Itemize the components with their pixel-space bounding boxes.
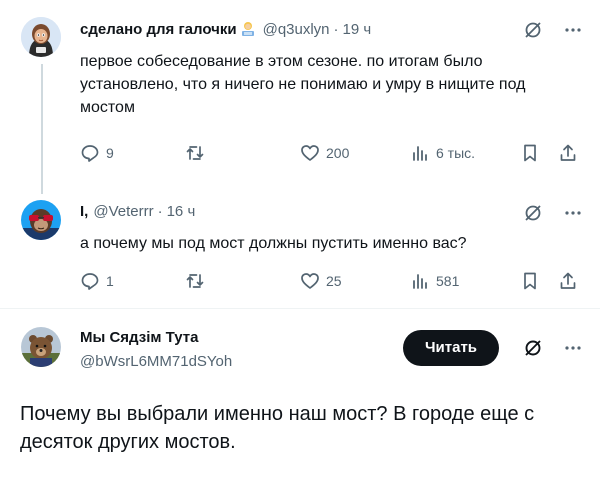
like-count: 200: [326, 145, 350, 161]
tweet-header: I, @Veterrr · 16 ч: [80, 203, 195, 220]
retweet-button[interactable]: [185, 271, 205, 291]
share-button[interactable]: [558, 271, 578, 291]
retweet-button[interactable]: [185, 143, 205, 163]
reply-icon: [81, 145, 99, 162]
bookmark-icon: [524, 272, 536, 290]
more-icon[interactable]: [563, 338, 583, 358]
tweet-top-actions: [523, 338, 583, 358]
like-button[interactable]: 25: [300, 271, 342, 291]
display-name[interactable]: I,: [80, 203, 88, 220]
timestamp[interactable]: 19 ч: [343, 21, 372, 38]
divider: [0, 308, 600, 309]
more-icon[interactable]: [563, 20, 583, 40]
tweet-text: первое собеседование в этом сезоне. по и…: [80, 53, 526, 116]
retweet-icon: [186, 146, 204, 160]
like-count: 25: [326, 273, 342, 289]
display-name[interactable]: Мы Сядзім Тута: [80, 329, 198, 346]
avatar[interactable]: [21, 200, 61, 240]
avatar[interactable]: [21, 17, 61, 57]
heart-icon: [301, 145, 319, 161]
heart-icon: [301, 273, 319, 289]
like-button[interactable]: 200: [300, 143, 349, 163]
reply-count: 1: [106, 273, 114, 289]
action-bar: 9 200 6 тыс.: [80, 143, 580, 167]
separator: ·: [333, 20, 339, 38]
reply-icon: [81, 273, 99, 290]
grok-icon[interactable]: [523, 20, 543, 40]
bookmark-icon: [524, 144, 536, 162]
tweet-2[interactable]: I, @Veterrr · 16 ч а почему мы под мост …: [0, 190, 600, 305]
tweet-top-actions: [523, 20, 583, 40]
more-icon[interactable]: [563, 203, 583, 223]
tweet-1[interactable]: сделано для галочки @q3uxlyn · 19 ч перв…: [0, 0, 600, 190]
tweet-top-actions: [523, 203, 583, 223]
action-bar: 1 25 581: [80, 271, 580, 295]
main-tweet[interactable]: Мы Сядзім Тута @bWsrL6MM71dSYoh Читать П…: [0, 310, 600, 480]
avatar-image: [21, 200, 61, 240]
avatar-image: [21, 17, 61, 57]
avatar[interactable]: [21, 327, 61, 367]
tweet-text: Почему вы выбрали именно наш мост? В гор…: [20, 403, 535, 453]
views-icon: [413, 146, 427, 161]
views-button[interactable]: 6 тыс.: [410, 143, 475, 163]
technologist-emoji-icon: [239, 20, 257, 38]
views-count: 581: [436, 273, 460, 289]
tweet-text: а почему мы под мост должны пустить имен…: [80, 235, 467, 252]
reply-button[interactable]: 9: [80, 143, 114, 163]
tweet-header: сделано для галочки @q3uxlyn · 19 ч: [80, 20, 371, 38]
bookmark-button[interactable]: [520, 143, 540, 163]
views-icon: [413, 274, 427, 289]
display-name[interactable]: сделано для галочки: [80, 21, 237, 38]
share-icon: [560, 272, 576, 289]
retweet-icon: [186, 274, 204, 288]
handle[interactable]: @bWsrL6MM71dSYoh: [80, 353, 232, 370]
share-button[interactable]: [558, 143, 578, 163]
share-icon: [560, 144, 576, 161]
handle[interactable]: @q3uxlyn: [263, 21, 330, 38]
timestamp[interactable]: 16 ч: [167, 203, 196, 220]
handle[interactable]: @Veterrr: [93, 203, 153, 220]
grok-icon[interactable]: [523, 338, 543, 358]
reply-count: 9: [106, 145, 114, 161]
avatar-image: [21, 327, 61, 367]
separator: ·: [157, 203, 163, 220]
bookmark-button[interactable]: [520, 271, 540, 291]
follow-button[interactable]: Читать: [403, 330, 500, 366]
grok-icon[interactable]: [523, 203, 543, 223]
views-count: 6 тыс.: [436, 145, 476, 161]
views-button[interactable]: 581: [410, 271, 459, 291]
reply-button[interactable]: 1: [80, 271, 114, 291]
